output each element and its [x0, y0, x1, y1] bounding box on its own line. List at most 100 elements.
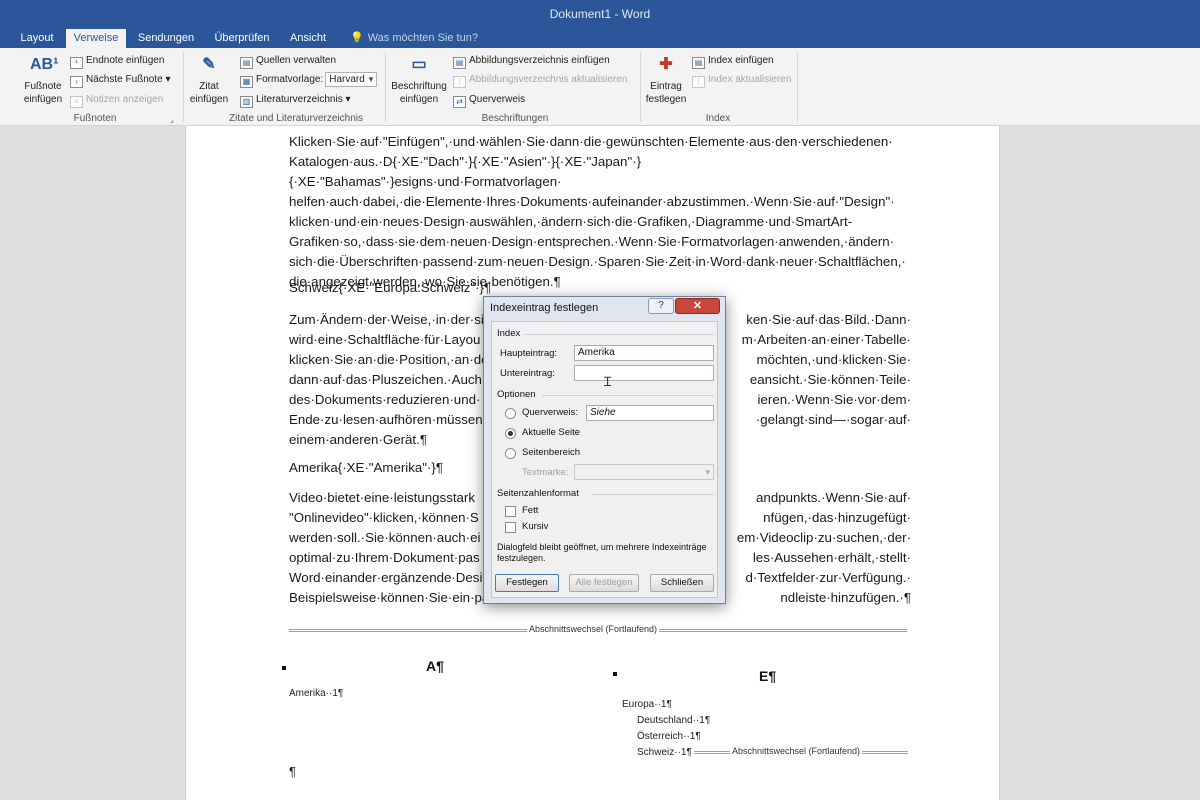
sub-entry-input[interactable] [574, 365, 714, 381]
main-entry-input[interactable]: Amerika [574, 345, 714, 361]
cross-reference-button[interactable]: ⇄ Querverweis [453, 92, 525, 108]
bold-checkbox[interactable] [505, 506, 516, 517]
paragraph-mark-bullet [282, 666, 286, 670]
index-section-label: Index [497, 328, 521, 339]
index-entry-europa[interactable]: Europa··1¶ [622, 699, 672, 710]
manage-sources-button[interactable]: ▤ Quellen verwalten [240, 53, 336, 69]
text-line: wird·eine·Schaltfläche·für·Layou [289, 332, 481, 347]
insert-caption-button[interactable]: ▭ Beschriftung einfügen [388, 52, 450, 106]
index-subentry-schweiz[interactable]: Schweiz··1¶ [637, 747, 692, 758]
style-label: Formatvorlage: [256, 74, 324, 85]
insert-endnote-button[interactable]: ¹ Endnote einfügen [70, 53, 164, 69]
group-label-footnotes: Fußnoten [73, 113, 117, 124]
ribbon: AB¹ Fußnote einfügen ¹ Endnote einfügen ›… [0, 48, 1200, 126]
group-separator [385, 52, 386, 122]
dialog-body: Index Haupteintrag: Amerika Untereintrag… [491, 321, 718, 598]
insert-index-button[interactable]: ▤ Index einfügen [692, 53, 774, 69]
next-footnote-button[interactable]: › Nächste Fußnote ▾ [70, 72, 171, 88]
tell-me-text: Was möchten Sie tun? [367, 32, 478, 44]
paragraph-mark-bullet [613, 672, 617, 676]
bold-label: Fett [522, 505, 539, 516]
footnote-icon: AB¹ [30, 56, 59, 73]
paragraph-video-right[interactable]: andpunkts.·Wenn·Sie·auf· nfügen,·das·hin… [731, 488, 911, 608]
help-button[interactable]: ? [648, 298, 674, 314]
section-break: Abschnittswechsel (Fortlaufend) [694, 745, 908, 759]
close-icon[interactable]: ✕ [675, 298, 720, 314]
paragraph-video-left[interactable]: Video·bietet·eine·leistungsstark "Online… [289, 488, 489, 608]
section-divider [542, 395, 714, 396]
text-line: d·Textfelder·zur·Verfügung.· [745, 570, 911, 585]
lightbulb-icon: 💡 [350, 32, 364, 44]
paragraph-layout-right[interactable]: ken·Sie·auf·das·Bild.·Dann· m·Arbeiten·a… [731, 310, 911, 430]
section-divider [592, 494, 714, 495]
index-subentry-oesterreich[interactable]: Österreich··1¶ [637, 731, 701, 742]
footnotes-dialog-launcher-icon[interactable]: ⌟ [170, 112, 174, 127]
crossref-radio[interactable] [505, 408, 516, 419]
mark-index-entry-dialog: Indexeintrag festlegen ? ✕ Index Hauptei… [483, 296, 726, 604]
tab-layout[interactable]: Layout [10, 29, 64, 48]
text-line: Ende·zu·lesen·aufhören·müssen, [289, 412, 487, 427]
mark-all-button[interactable]: Alle festlegen [569, 574, 639, 592]
tell-me-box[interactable]: 💡 Was möchten Sie tun? [350, 29, 478, 48]
window-title: Dokument1 - Word [549, 7, 651, 21]
insert-index-label: Index einfügen [708, 55, 774, 66]
group-separator [183, 52, 184, 122]
section-divider [524, 334, 714, 335]
italic-checkbox[interactable] [505, 522, 516, 533]
section-break: Abschnittswechsel (Fortlaufend) [289, 623, 907, 637]
options-section-label: Optionen [497, 389, 536, 400]
update-table-icon: ! [453, 76, 466, 88]
bookmark-label: Textmarke: [522, 467, 569, 478]
text-line: andpunkts.·Wenn·Sie·auf· [756, 490, 911, 505]
bibliography-button[interactable]: ▥ Literaturverzeichnis ▾ [240, 92, 351, 108]
insert-citation-button[interactable]: ✎ Zitat einfügen [186, 52, 232, 106]
citation-icon: ✎ [202, 56, 216, 73]
current-page-radio[interactable] [505, 428, 516, 439]
show-notes-icon: ≡ [70, 96, 83, 108]
text-line: ieren.·Wenn·Sie·vor·dem· [757, 392, 911, 407]
tab-view[interactable]: Ansicht [280, 29, 336, 48]
mark-button[interactable]: Festlegen [495, 574, 559, 592]
style-selector[interactable]: ▦ Formatvorlage: Harvard [240, 72, 378, 88]
text-line: werden·soll.·Sie·können·auch·ei [289, 530, 481, 545]
tab-mailings[interactable]: Sendungen [130, 29, 202, 48]
text-line: helfen·auch·dabei,·die·Elemente·Ihres·Do… [289, 194, 895, 209]
paragraph-mark: ¶ [289, 764, 296, 779]
text-line: sich·die·Überschriften·passend·zum·neuen… [289, 254, 906, 269]
tab-references[interactable]: Verweise [66, 29, 126, 48]
index-subentry-deutschland[interactable]: Deutschland··1¶ [637, 715, 710, 726]
bibliography-label: Literaturverzeichnis [256, 94, 343, 105]
text-line: klicken·Sie·an·die·Position,·an·de [289, 352, 489, 367]
text-line: Katalogen·aus.·D{·XE·"Dach"·}{·XE·"Asien… [289, 154, 642, 189]
text-line: möchten,·und·klicken·Sie· [756, 352, 911, 367]
tab-review[interactable]: Überprüfen [206, 29, 278, 48]
text-cursor-icon: Ɪ [604, 375, 612, 390]
insert-footnote-button[interactable]: AB¹ Fußnote einfügen [18, 52, 68, 106]
endnote-icon: ¹ [70, 57, 83, 69]
mark-entry-button[interactable]: ✚ Eintrag festlegen [643, 52, 689, 106]
italic-label: Kursiv [522, 521, 549, 532]
bibliography-icon: ▥ [240, 96, 253, 108]
update-table-label: Abbildungsverzeichnis aktualisieren [469, 74, 628, 85]
show-notes-button[interactable]: ≡ Notizen anzeigen [70, 92, 164, 108]
update-table-button[interactable]: ! Abbildungsverzeichnis aktualisieren [453, 72, 628, 88]
insert-table-of-figures-button[interactable]: ▤ Abbildungsverzeichnis einfügen [453, 53, 610, 69]
group-label-citations: Zitate und Literaturverzeichnis [229, 113, 363, 124]
show-notes-label: Notizen anzeigen [86, 94, 164, 105]
schweiz-entry-line[interactable]: Schweiz{·XE·"Europa:Schweiz"·}¶ [289, 278, 909, 298]
page-range-label: Seitenbereich [522, 447, 581, 458]
update-index-button[interactable]: ! Index aktualisieren [692, 72, 791, 88]
text-line: les·Aussehen·erhält,·stellt· [752, 550, 911, 565]
close-button[interactable]: Schließen [650, 574, 714, 592]
text-line: Zum·Ändern·der·Weise,·in·der·si [289, 312, 484, 327]
paragraph-layout-left[interactable]: Zum·Ändern·der·Weise,·in·der·si wird·ein… [289, 310, 489, 450]
text-line: eansicht.·Sie·können·Teile· [749, 372, 911, 387]
paragraph-intro[interactable]: Klicken·Sie·auf·"Einfügen",·und·wählen·S… [289, 132, 909, 292]
bookmark-select[interactable]: ▾ [574, 464, 714, 480]
index-entry-amerika[interactable]: Amerika··1¶ [289, 688, 343, 699]
page-range-radio[interactable] [505, 448, 516, 459]
style-combo[interactable]: Harvard [325, 72, 378, 87]
crossref-input[interactable]: Siehe [586, 405, 714, 421]
insert-citation-label: Zitat einfügen [189, 81, 229, 105]
mark-entry-icon: ✚ [659, 56, 673, 73]
